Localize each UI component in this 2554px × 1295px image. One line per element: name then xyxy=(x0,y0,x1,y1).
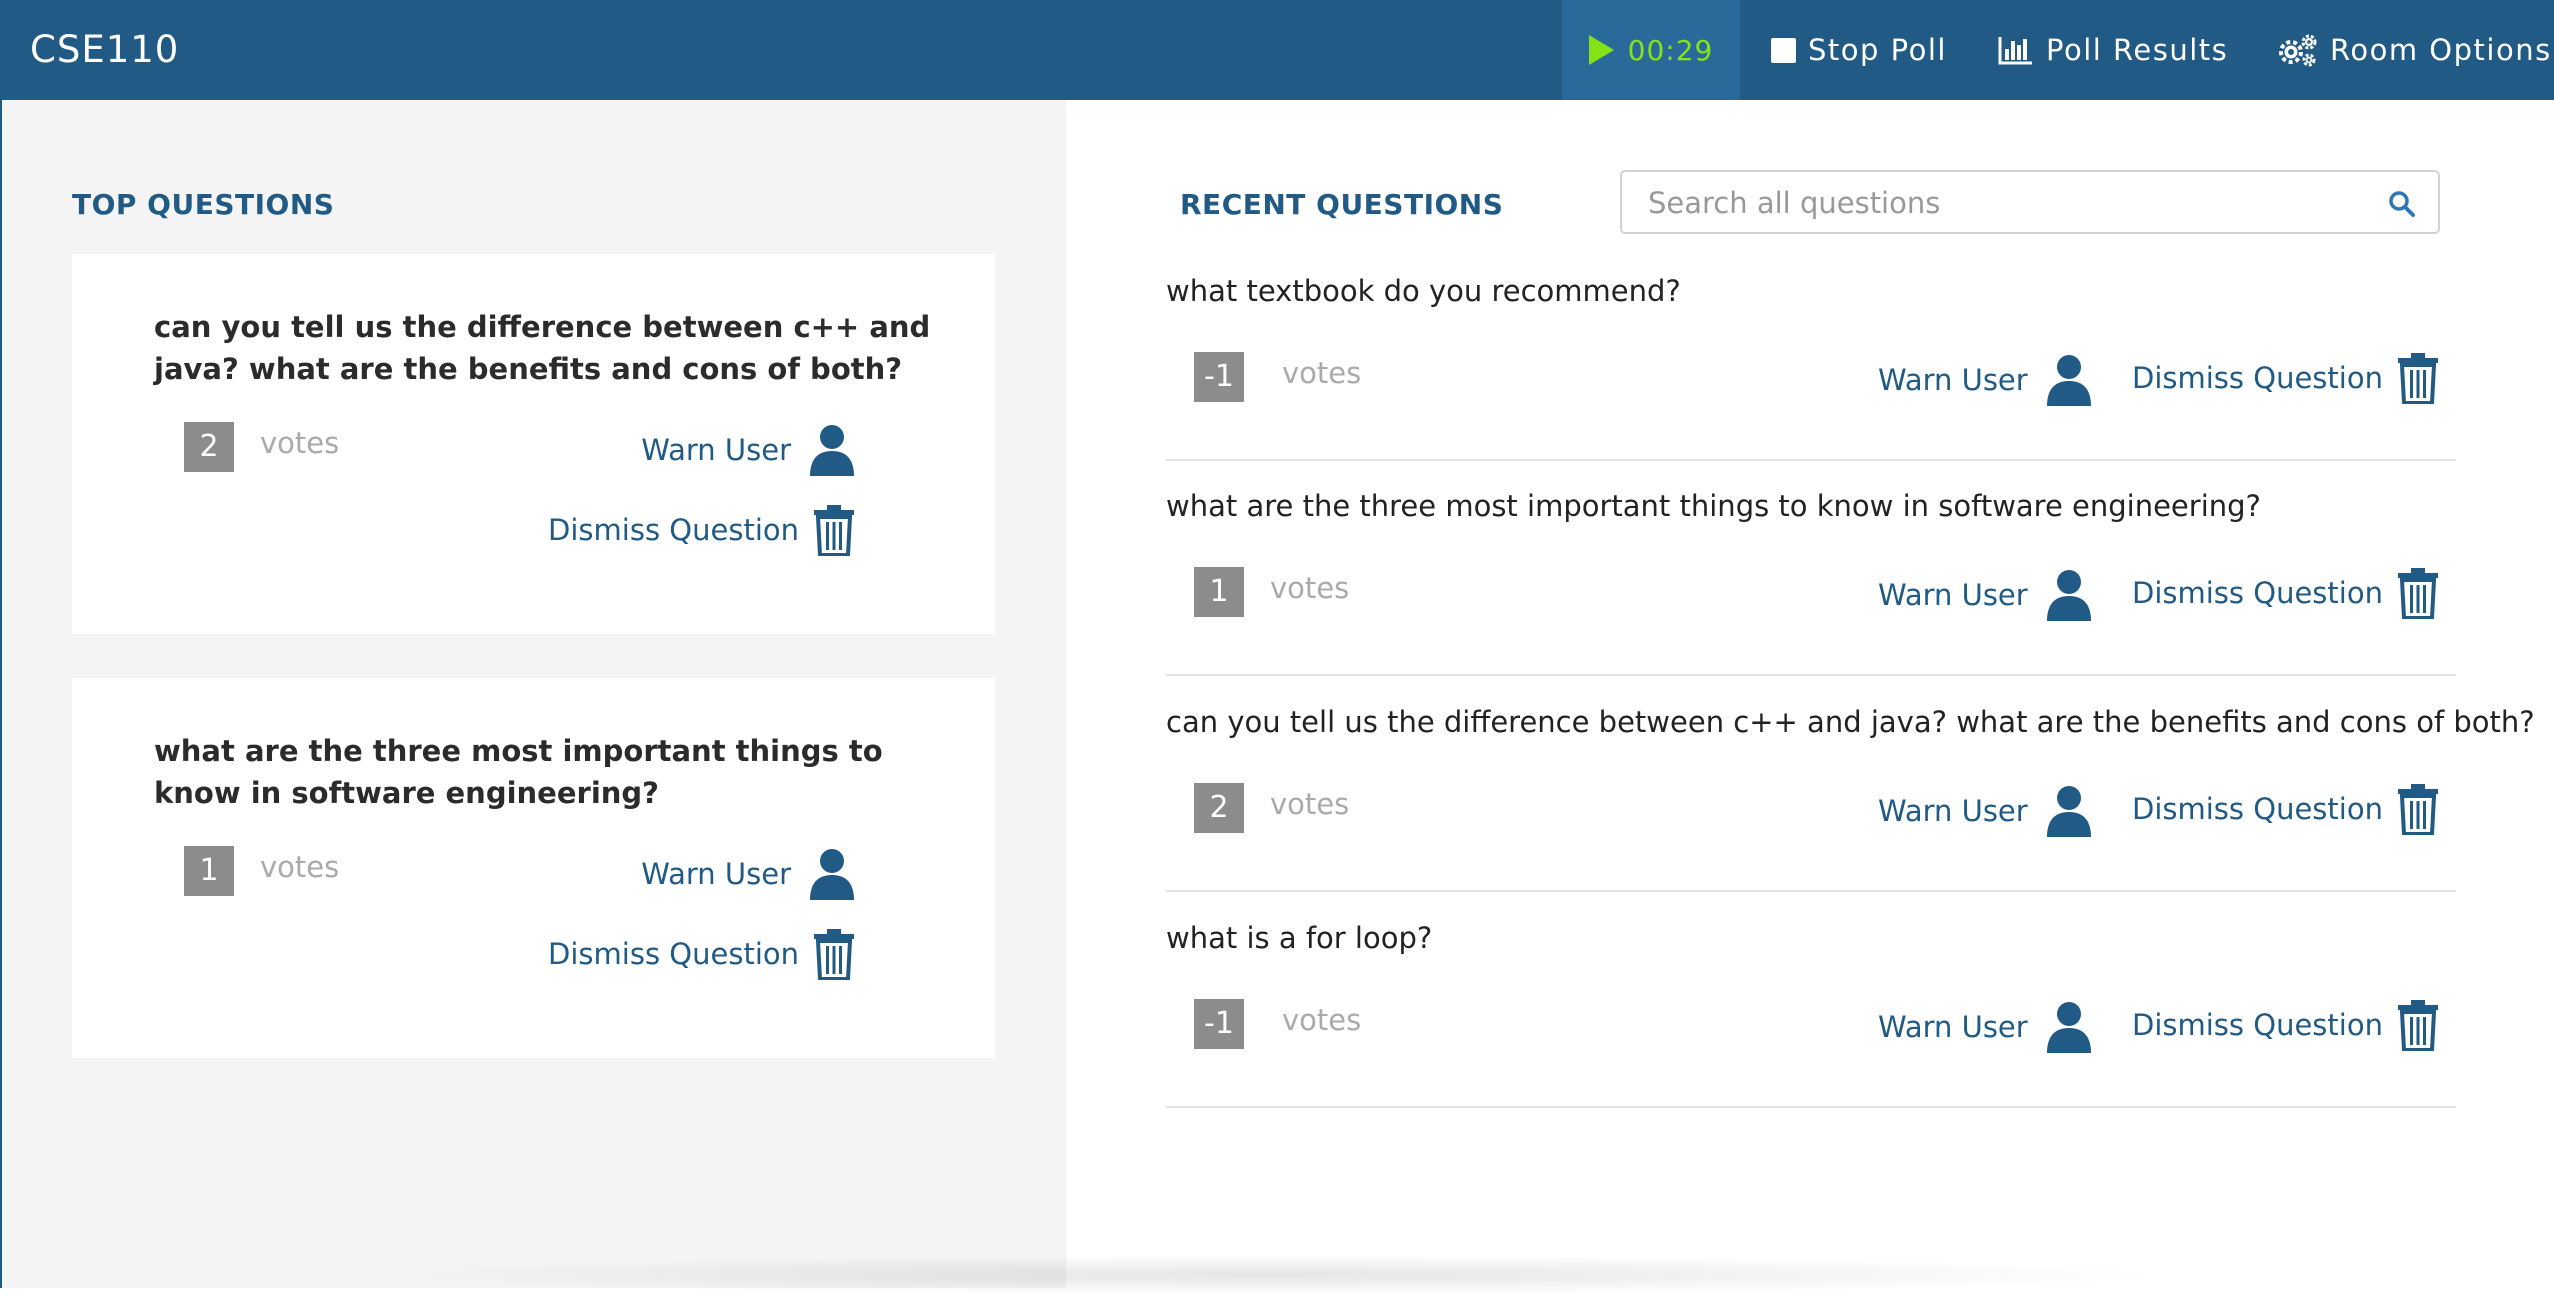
warn-user-label: Warn User xyxy=(641,433,791,467)
votes-label: votes xyxy=(260,850,340,884)
user-icon xyxy=(2046,1002,2091,1053)
top-question-card: can you tell us the difference between c… xyxy=(72,254,995,634)
dismiss-question-label: Dismiss Question xyxy=(2132,792,2383,826)
warn-user-button[interactable]: Warn User xyxy=(641,848,855,900)
warn-user-button[interactable]: Warn User xyxy=(1878,1001,2092,1053)
dismiss-question-button[interactable]: Dismiss Question xyxy=(548,504,855,556)
bottom-shadow xyxy=(360,1255,2180,1295)
warn-user-label: Warn User xyxy=(1878,794,2028,828)
warn-user-label: Warn User xyxy=(641,857,791,891)
vote-count: 1 xyxy=(184,846,234,896)
votes-label: votes xyxy=(1270,571,1350,605)
dismiss-question-label: Dismiss Question xyxy=(548,513,799,547)
user-icon xyxy=(2046,786,2091,837)
dismiss-question-label: Dismiss Question xyxy=(2132,1008,2383,1042)
vote-count: -1 xyxy=(1194,352,1244,402)
vote-count: 2 xyxy=(184,422,234,472)
recent-question-row: what are the three most important things… xyxy=(1166,459,2456,676)
user-icon xyxy=(2046,570,2091,621)
recent-question-row: what is a for loop? -1 votes Warn User D… xyxy=(1166,891,2456,1108)
warn-user-button[interactable]: Warn User xyxy=(641,424,855,476)
dismiss-question-button[interactable]: Dismiss Question xyxy=(2132,999,2439,1051)
vote-count: 1 xyxy=(1194,567,1244,617)
bar-chart-icon xyxy=(1998,37,2032,65)
trash-icon xyxy=(2397,784,2438,835)
stop-poll-label: Stop Poll xyxy=(1808,33,1947,67)
warn-user-label: Warn User xyxy=(1878,1010,2028,1044)
room-name: CSE110 xyxy=(30,28,180,71)
warn-user-button[interactable]: Warn User xyxy=(1878,785,2092,837)
room-options-label: Room Options xyxy=(2330,33,2552,67)
poll-results-button[interactable]: Poll Results xyxy=(1998,0,2228,100)
dismiss-question-button[interactable]: Dismiss Question xyxy=(2132,783,2439,835)
gears-icon xyxy=(2279,34,2317,67)
dismiss-question-label: Dismiss Question xyxy=(548,937,799,971)
poll-timer: 00:29 xyxy=(1627,33,1714,67)
warn-user-label: Warn User xyxy=(1878,578,2028,612)
dismiss-question-button[interactable]: Dismiss Question xyxy=(2132,352,2439,404)
votes-label: votes xyxy=(1282,1003,1362,1037)
search-icon[interactable] xyxy=(2388,190,2416,218)
trash-icon xyxy=(2397,1000,2438,1051)
search-input[interactable] xyxy=(1646,172,2370,234)
search-box xyxy=(1620,170,2440,234)
votes-label: votes xyxy=(1270,787,1350,821)
dismiss-question-label: Dismiss Question xyxy=(2132,361,2383,395)
poll-results-label: Poll Results xyxy=(2046,33,2229,67)
dismiss-question-label: Dismiss Question xyxy=(2132,576,2383,610)
top-questions-title: TOP QUESTIONS xyxy=(72,188,335,221)
top-question-card: what are the three most important things… xyxy=(72,678,995,1058)
poll-timer-button[interactable]: 00:29 xyxy=(1562,0,1740,100)
user-icon xyxy=(2046,355,2091,406)
warn-user-button[interactable]: Warn User xyxy=(1878,354,2092,406)
user-icon xyxy=(810,425,854,476)
question-text: what textbook do you recommend? xyxy=(1166,274,1681,308)
dismiss-question-button[interactable]: Dismiss Question xyxy=(548,928,855,980)
stop-icon xyxy=(1771,37,1796,63)
warn-user-button[interactable]: Warn User xyxy=(1878,569,2092,621)
question-text: can you tell us the difference between c… xyxy=(154,310,931,386)
room-options-button[interactable]: Room Options xyxy=(2278,0,2552,100)
recent-question-row: what textbook do you recommend? -1 votes… xyxy=(1166,244,2456,461)
question-text: what is a for loop? xyxy=(1166,921,1433,955)
trash-icon xyxy=(2397,353,2438,404)
recent-questions-title: RECENT QUESTIONS xyxy=(1180,188,1504,221)
question-text: what are the three most important things… xyxy=(154,734,883,810)
stop-poll-button[interactable]: Stop Poll xyxy=(1771,0,1947,100)
dismiss-question-button[interactable]: Dismiss Question xyxy=(2132,567,2439,619)
warn-user-label: Warn User xyxy=(1878,363,2028,397)
question-text: what are the three most important things… xyxy=(1166,489,2261,523)
vote-count: 2 xyxy=(1194,783,1244,833)
user-icon xyxy=(810,849,854,900)
votes-label: votes xyxy=(260,426,340,460)
recent-question-row: can you tell us the difference between c… xyxy=(1166,675,2535,892)
trash-icon xyxy=(814,929,854,980)
top-bar: CSE110 00:29 Stop Poll Poll Results Room… xyxy=(0,0,2554,100)
trash-icon xyxy=(814,505,854,556)
vote-count: -1 xyxy=(1194,999,1244,1049)
play-icon xyxy=(1588,35,1614,65)
question-text: can you tell us the difference between c… xyxy=(1166,705,2535,739)
votes-label: votes xyxy=(1282,356,1362,390)
trash-icon xyxy=(2397,568,2438,619)
